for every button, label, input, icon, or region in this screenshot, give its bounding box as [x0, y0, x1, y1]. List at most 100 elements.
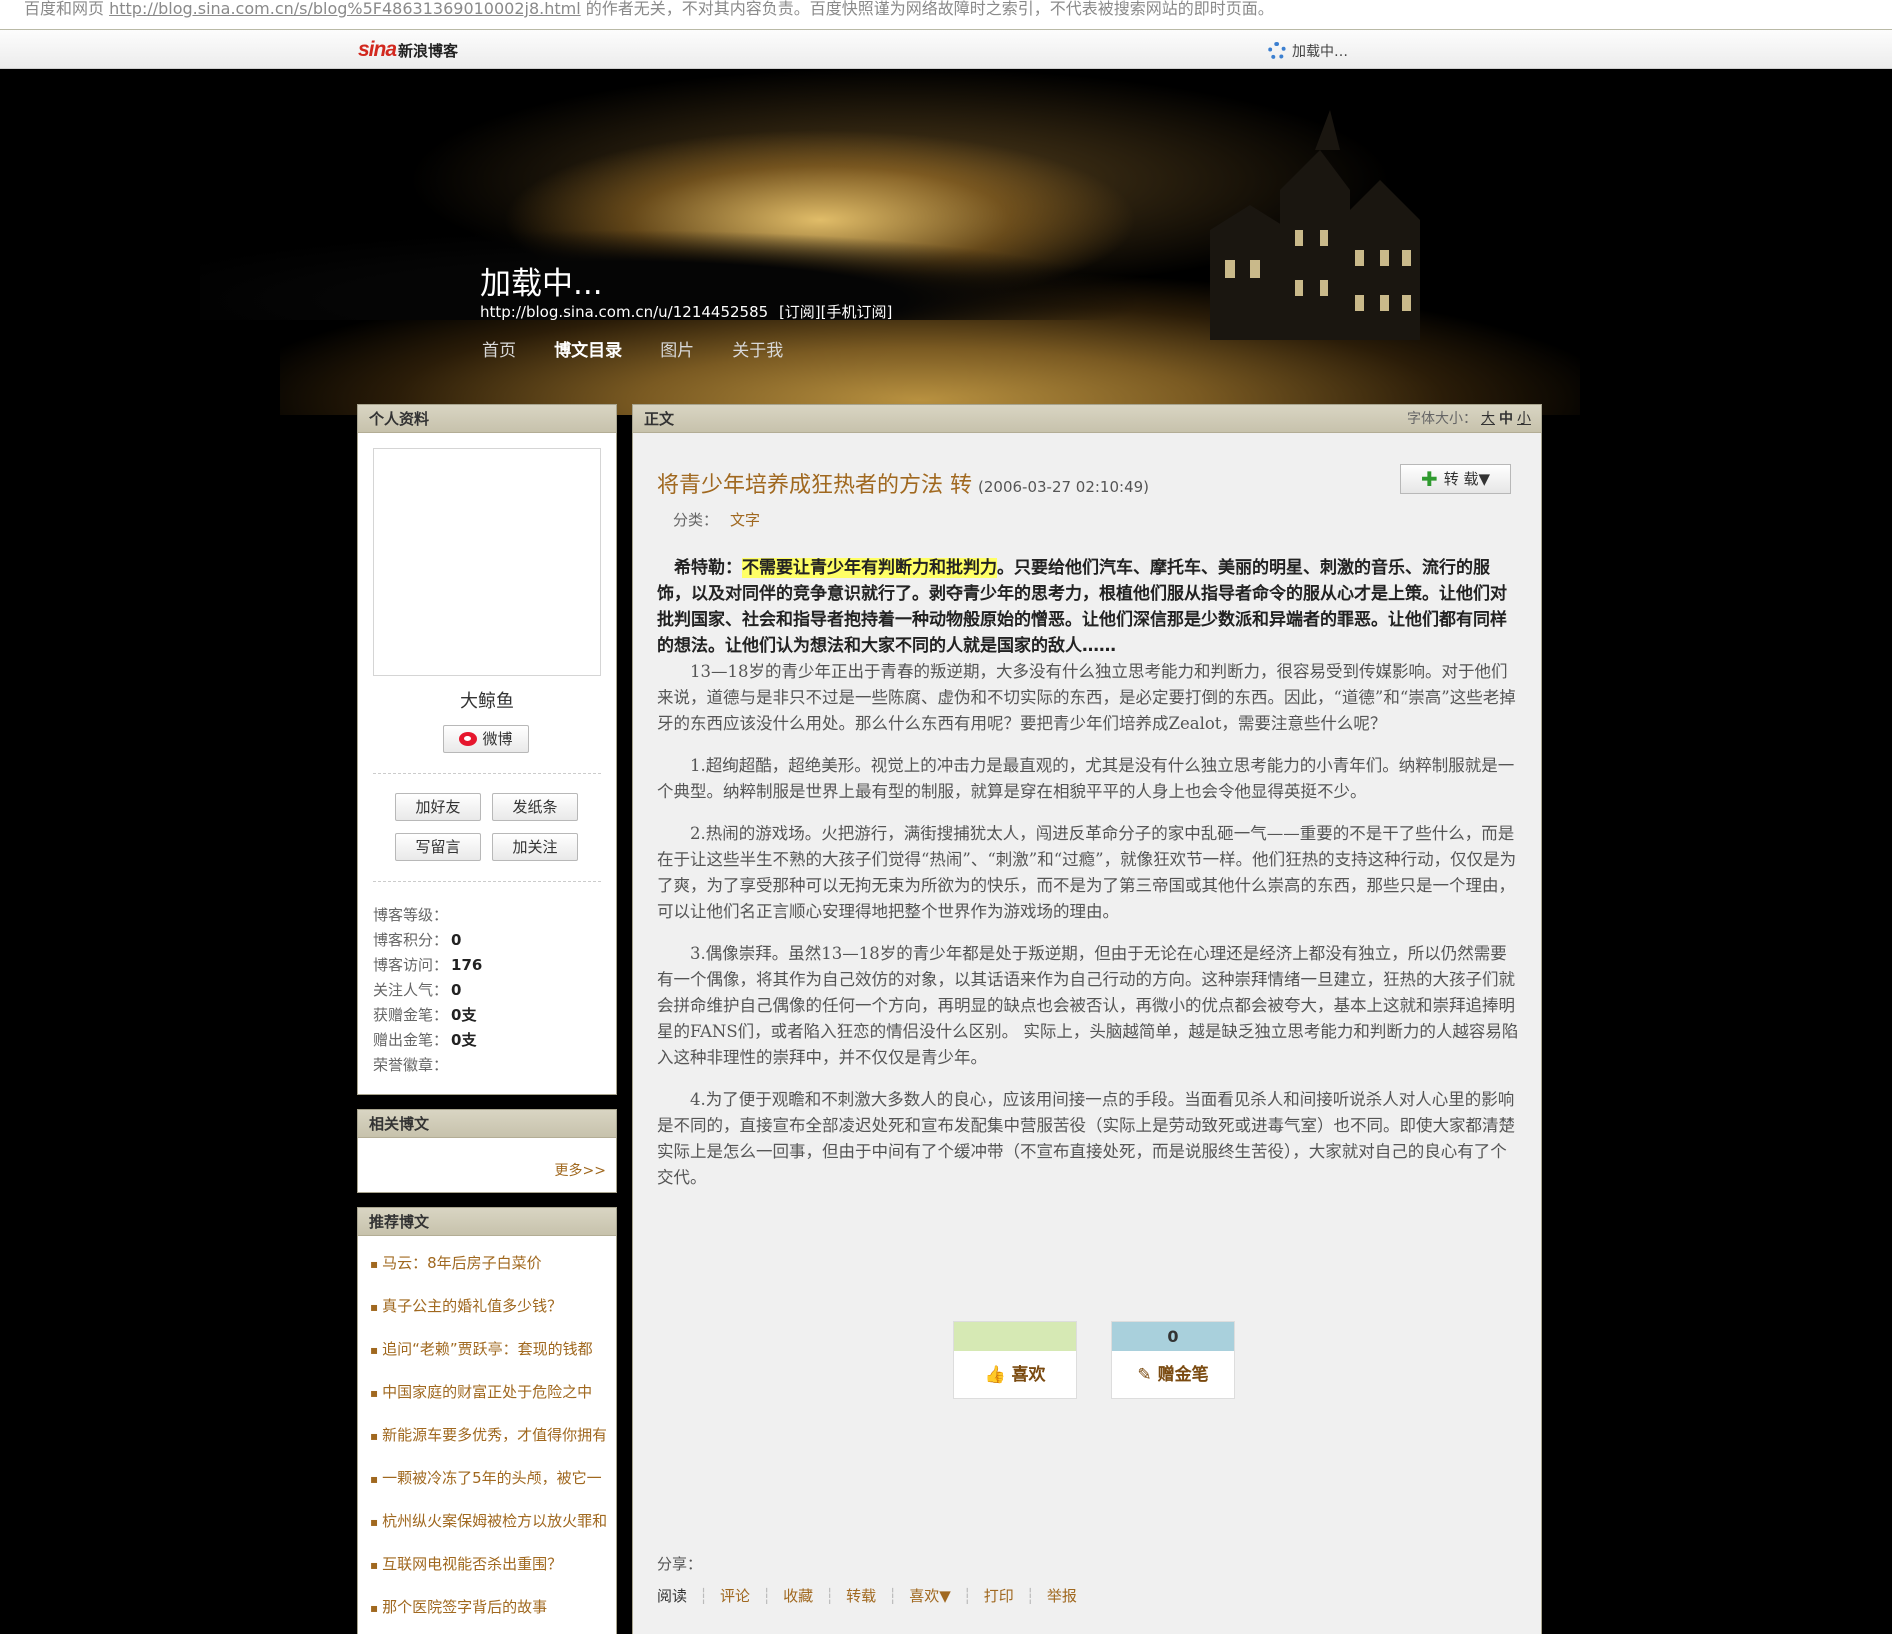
divider [373, 881, 601, 882]
subscribe-link[interactable]: [订阅] [779, 303, 821, 321]
font-size-medium[interactable]: 中 [1499, 411, 1513, 427]
banner-mansion-image [1210, 110, 1420, 340]
repost-label: 转 载▼ [1443, 470, 1491, 488]
like-count [954, 1322, 1076, 1351]
toolbar-loading: 加载中… [1268, 41, 1348, 61]
sina-logo-text: 新浪博客 [398, 43, 459, 60]
post-category: 分类： 文字 [673, 509, 760, 530]
report-link[interactable]: 举报 [1047, 1587, 1077, 1605]
list-item[interactable]: 真子公主的婚礼值多少钱？ [370, 1285, 606, 1328]
blog-header-banner: 加载中... http://blog.sina.com.cn/u/1214452… [0, 70, 1892, 415]
post-title: 将青少年培养成狂热者的方法 转 [657, 473, 972, 498]
list-item[interactable]: 中国家庭的财富正处于危险之中 [370, 1371, 606, 1414]
repost-button[interactable]: ✚ 转 载▼ [1400, 464, 1511, 494]
article-body: 希特勒：不需要让青少年有判断力和批判力。只要给他们汽车、摩托车、美丽的明星、刺激… [657, 555, 1521, 1191]
weibo-icon [459, 732, 478, 746]
list-item[interactable]: 一颗被冷冻了5年的头颅，被它一 [370, 1457, 606, 1500]
add-friend-button[interactable]: 加好友 [395, 793, 481, 821]
list-item[interactable]: 马云：8年后房子白菜价 [370, 1242, 606, 1285]
list-item[interactable]: 互联网电视能否杀出重围？ [370, 1543, 606, 1586]
share-label: 分享： [657, 1555, 703, 1573]
like-dropdown-link[interactable]: 喜欢▼ [909, 1587, 951, 1605]
recommend-heading: 推荐博文 [358, 1208, 616, 1236]
blog-url-line: http://blog.sina.com.cn/u/1214452585 [订阅… [480, 301, 892, 322]
font-size-label: 字体大小： [1407, 411, 1477, 427]
blog-url[interactable]: http://blog.sina.com.cn/u/1214452585 [480, 303, 768, 321]
repost-link[interactable]: 转载 [846, 1587, 876, 1605]
list-item[interactable]: 新能源车要多优秀，才值得你拥有 [370, 1414, 606, 1457]
article-paragraph: 1.超绚超酷，超绝美形。视觉上的冲击力是最直观的，尤其是没有什么独立思考能力的小… [657, 756, 1515, 801]
stat-pens-given: 赠出金笔： 0支 [373, 1031, 477, 1049]
article-panel-head: 正文 字体大小：大中小 [633, 405, 1541, 433]
sina-blog-logo[interactable]: sina 新浪博客 [358, 38, 480, 62]
category-label: 分类： [673, 511, 719, 529]
profile-stats: 博客等级： 博客积分： 0 博客访问： 176 关注人气： 0 获赠金笔： 0支 赠出金… [373, 903, 482, 1078]
cache-suffix: 的作者无关，不对其内容负责。百度快照谨为网络故障时之索引，不代表被搜索网站的即时… [580, 0, 1274, 18]
blog-nav: 首页 博文目录 图片 关于我 [482, 336, 816, 361]
pen-icon: ✎ [1137, 1365, 1152, 1385]
nav-about[interactable]: 关于我 [732, 341, 783, 361]
article-paragraph: 4.为了便于观瞻和不刺激大多数人的良心，应该用间接一点的手段。当面看见杀人和间接… [657, 1090, 1515, 1187]
stat-points: 博客积分： 0 [373, 931, 462, 949]
font-size-control: 字体大小：大中小 [1407, 405, 1531, 433]
font-size-small[interactable]: 小 [1517, 411, 1531, 427]
list-item[interactable]: 杭州纵火案保姆被检方以放火罪和 [370, 1500, 606, 1543]
like-button[interactable]: 👍 喜欢 [954, 1351, 1076, 1399]
article-paragraph: 13—18岁的青少年正出于青春的叛逆期，大多没有什么独立思考能力和判断力，很容易… [657, 662, 1516, 733]
article-heading: 正文 [644, 410, 675, 428]
cache-notice: 百度和网页 http://blog.sina.com.cn/s/blog%5F4… [0, 0, 1892, 30]
stat-level: 博客等级： [373, 906, 449, 924]
list-item[interactable]: 那个医院签字背后的故事 [370, 1586, 606, 1629]
cache-source-link[interactable]: http://blog.sina.com.cn/s/blog%5F4863136… [109, 0, 581, 18]
like-box[interactable]: 👍 喜欢 [953, 1321, 1077, 1399]
avatar[interactable] [373, 448, 601, 676]
loading-spinner-icon [1268, 42, 1286, 60]
toolbar-loading-text: 加载中… [1292, 44, 1348, 60]
list-item[interactable]: 追问“老赖”贾跃亭：套现的钱都 [370, 1328, 606, 1371]
favorite-link[interactable]: 收藏 [783, 1587, 813, 1605]
blog-title: 加载中... [480, 266, 603, 302]
nav-article-list[interactable]: 博文目录 [554, 341, 622, 361]
font-size-large[interactable]: 大 [1481, 411, 1495, 427]
stat-visits: 博客访问： 176 [373, 956, 483, 974]
recommended-posts-panel: 推荐博文 马云：8年后房子白菜价 真子公主的婚礼值多少钱？ 追问“老赖”贾跃亭：… [357, 1207, 617, 1634]
stat-pens-received: 获赠金笔： 0支 [373, 1006, 477, 1024]
leave-message-button[interactable]: 写留言 [395, 833, 481, 861]
profile-panel: 个人资料 大鲸鱼 微博 加好友 发纸条 写留言 加关注 博客等级： 博客积分： 0… [357, 404, 617, 1095]
gift-pen-button[interactable]: ✎ 赠金笔 [1112, 1351, 1234, 1399]
send-note-button[interactable]: 发纸条 [492, 793, 578, 821]
gift-count: 0 [1112, 1322, 1234, 1351]
nav-photos[interactable]: 图片 [660, 341, 694, 361]
nav-home[interactable]: 首页 [482, 341, 516, 361]
comment-link[interactable]: 评论 [720, 1587, 750, 1605]
article-lead: 希特勒：不需要让青少年有判断力和批判力。只要给他们汽车、摩托车、美丽的明星、刺激… [657, 558, 1507, 656]
gift-pen-box[interactable]: 0 ✎ 赠金笔 [1111, 1321, 1235, 1399]
weibo-button[interactable]: 微博 [443, 725, 529, 753]
print-link[interactable]: 打印 [984, 1587, 1014, 1605]
divider [373, 773, 601, 774]
like-icon: 👍 [984, 1365, 1006, 1385]
stat-badges: 荣誉徽章： [373, 1056, 449, 1074]
related-posts-panel: 相关博文 更多>> [357, 1109, 617, 1193]
category-link[interactable]: 文字 [730, 511, 760, 529]
article-paragraph: 3.偶像崇拜。虽然13—18岁的青少年都是处于叛逆期，但由于无论在心理还是经济上… [657, 944, 1519, 1067]
plus-icon: ✚ [1420, 467, 1438, 491]
follow-button[interactable]: 加关注 [492, 833, 578, 861]
recommend-list: 马云：8年后房子白菜价 真子公主的婚礼值多少钱？ 追问“老赖”贾跃亭：套现的钱都… [358, 1236, 616, 1629]
article-footer-links: 阅读 ┆ 评论 ┆ 收藏 ┆ 转载 ┆ 喜欢▼ ┆ 打印 ┆ 举报 [657, 1587, 1077, 1605]
profile-heading: 个人资料 [358, 405, 616, 433]
weibo-label: 微博 [482, 730, 513, 748]
article-paragraph: 2.热闹的游戏场。火把游行，满街搜捕犹太人，闯进反革命分子的家中乱砸一气——重要… [657, 824, 1517, 921]
more-link[interactable]: 更多>> [555, 1160, 606, 1180]
read-link[interactable]: 阅读 [657, 1587, 687, 1605]
article-panel: 正文 字体大小：大中小 将青少年培养成狂热者的方法 转 (2006-03-27 0… [632, 404, 1542, 1634]
post-title-line: 将青少年培养成狂热者的方法 转 (2006-03-27 02:10:49) [657, 467, 1149, 499]
post-time: (2006-03-27 02:10:49) [978, 478, 1150, 496]
profile-nickname[interactable]: 大鲸鱼 [358, 687, 616, 713]
related-heading: 相关博文 [358, 1110, 616, 1138]
sina-toolbar: sina 新浪博客 加载中… [0, 30, 1892, 69]
sina-logo-mark: sina [358, 38, 397, 61]
mobile-subscribe-link[interactable]: [手机订阅] [821, 303, 893, 321]
stat-popularity: 关注人气： 0 [373, 981, 462, 999]
cache-prefix: 百度和网页 [24, 0, 110, 18]
